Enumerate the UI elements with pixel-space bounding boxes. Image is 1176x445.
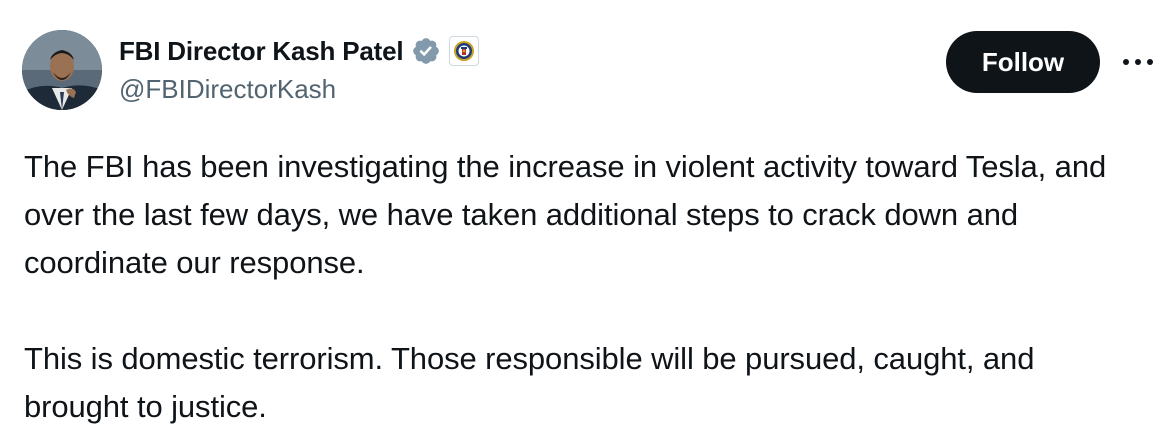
tweet-paragraph: The FBI has been investigating the incre… <box>24 149 1107 280</box>
user-info: FBI Director Kash Patel @FBIDirectorKash <box>119 34 480 105</box>
avatar[interactable] <box>22 30 102 110</box>
verified-badge-icon[interactable] <box>411 36 441 66</box>
user-handle[interactable]: @FBIDirectorKash <box>119 74 479 105</box>
follow-button[interactable]: Follow <box>946 31 1100 93</box>
more-horizontal-icon <box>1123 59 1153 65</box>
tweet-card: FBI Director Kash Patel @FBIDirectorKash… <box>0 0 1176 445</box>
tweet-text: The FBI has been investigating the incre… <box>24 143 1144 431</box>
fbi-seal-icon[interactable] <box>449 36 480 66</box>
tweet-paragraph: This is domestic terrorism. Those respon… <box>24 341 1035 424</box>
name-row: FBI Director Kash Patel <box>119 34 480 68</box>
more-options-button[interactable] <box>1118 46 1158 78</box>
display-name[interactable]: FBI Director Kash Patel <box>119 36 404 67</box>
profile-photo-icon <box>22 30 102 110</box>
